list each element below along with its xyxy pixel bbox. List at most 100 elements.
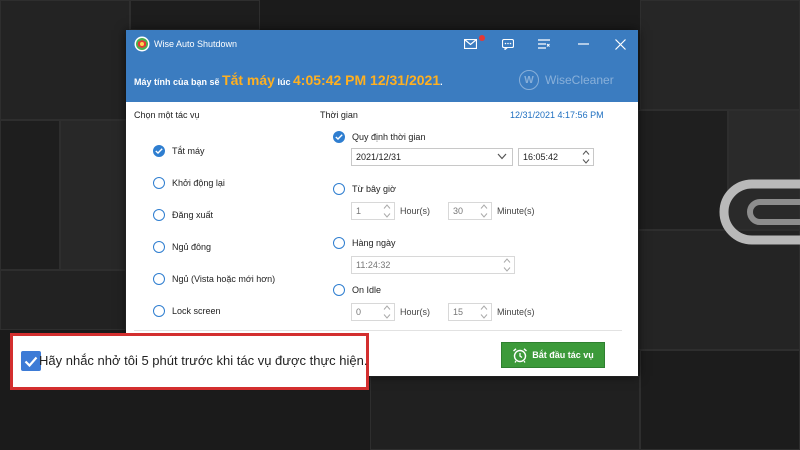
window-title: Wise Auto Shutdown xyxy=(154,39,238,49)
task-option-label: Tắt máy xyxy=(172,146,205,156)
task-option-label: Khởi động lại xyxy=(172,178,225,188)
task-option-label: Lock screen xyxy=(172,306,221,316)
feedback-button[interactable] xyxy=(498,36,518,52)
arrow-down-icon[interactable] xyxy=(503,267,511,272)
chat-icon xyxy=(502,38,514,50)
spinner-arrows[interactable] xyxy=(478,305,490,319)
from-now-hours-spinner[interactable]: 1 xyxy=(351,202,395,220)
date-picker[interactable]: 2021/12/31 xyxy=(351,148,513,166)
minutes-unit-label: Minute(s) xyxy=(497,206,535,216)
brand-name: WiseCleaner xyxy=(545,73,614,87)
radio-icon[interactable] xyxy=(333,183,345,195)
arrow-up-icon[interactable] xyxy=(383,204,391,209)
task-option-restart[interactable]: Khởi động lại xyxy=(153,177,225,189)
time-option-specified[interactable]: Quy định thời gian xyxy=(333,131,425,143)
footer-divider xyxy=(134,330,622,331)
menu-button[interactable] xyxy=(534,36,554,52)
checkmark-icon xyxy=(24,356,38,367)
minutes-unit-label: Minute(s) xyxy=(497,307,535,317)
arrow-down-icon[interactable] xyxy=(582,159,590,164)
from-now-minutes-spinner[interactable]: 30 xyxy=(448,202,492,220)
summary-action: Tắt máy xyxy=(222,72,275,88)
radio-icon[interactable] xyxy=(153,209,165,221)
mail-button[interactable] xyxy=(460,36,480,52)
hours-value: 0 xyxy=(356,307,362,317)
spinner-arrows[interactable] xyxy=(580,150,592,164)
time-option-label: Hàng ngày xyxy=(352,238,396,248)
radio-icon[interactable] xyxy=(333,284,345,296)
arrow-up-icon[interactable] xyxy=(383,305,391,310)
radio-checked-icon[interactable] xyxy=(333,131,345,143)
task-option-label: Đăng xuất xyxy=(172,210,214,220)
time-option-on-idle[interactable]: On Idle xyxy=(333,284,381,296)
hours-unit-label: Hour(s) xyxy=(400,206,431,216)
hours-unit-label: Hour(s) xyxy=(400,307,431,317)
summary-suffix: . xyxy=(440,77,443,87)
spinner-arrows[interactable] xyxy=(501,258,513,272)
time-option-label: Quy định thời gian xyxy=(352,132,426,142)
task-option-sleep[interactable]: Ngủ (Vista hoặc mới hơn) xyxy=(153,273,275,285)
arrow-up-icon[interactable] xyxy=(503,258,511,263)
radio-icon[interactable] xyxy=(153,305,165,317)
summary-time: 4:05:42 PM 12/31/2021 xyxy=(293,72,441,88)
chevron-down-icon xyxy=(497,153,507,160)
task-option-logoff[interactable]: Đăng xuất xyxy=(153,209,213,221)
idle-minutes-spinner[interactable]: 15 xyxy=(448,303,492,321)
radio-icon[interactable] xyxy=(153,177,165,189)
task-option-label: Ngủ (Vista hoặc mới hơn) xyxy=(172,274,276,284)
minimize-icon xyxy=(577,43,589,45)
alarm-clock-icon xyxy=(513,348,528,363)
daily-time-spinner[interactable]: 11:24:32 xyxy=(351,256,515,274)
scheduled-shutdown-summary: Máy tính của bạn sẽ Tắt máy lúc 4:05:42 … xyxy=(134,72,443,88)
task-section-heading: Chọn một tác vụ xyxy=(134,110,200,120)
minimize-button[interactable] xyxy=(573,36,593,52)
arrow-up-icon[interactable] xyxy=(480,305,488,310)
mail-icon xyxy=(463,39,477,49)
minutes-value: 30 xyxy=(453,206,464,216)
arrow-down-icon[interactable] xyxy=(480,314,488,319)
date-value: 2021/12/31 xyxy=(356,152,402,162)
arrow-up-icon[interactable] xyxy=(582,150,590,155)
task-option-shutdown[interactable]: Tắt máy xyxy=(153,145,205,157)
daily-time-value: 11:24:32 xyxy=(356,260,391,270)
idle-hours-spinner[interactable]: 0 xyxy=(351,303,395,321)
spinner-arrows[interactable] xyxy=(381,204,393,218)
summary-connector: lúc xyxy=(277,77,291,87)
minutes-value: 15 xyxy=(453,307,464,317)
title-bar: Wise Auto Shutdown Máy tính của bạn sẽ T… xyxy=(126,30,638,102)
start-task-label: Bắt đầu tác vụ xyxy=(532,350,594,360)
spinner-arrows[interactable] xyxy=(478,204,490,218)
app-window: Wise Auto Shutdown Máy tính của bạn sẽ T… xyxy=(126,30,638,376)
radio-icon[interactable] xyxy=(153,273,165,285)
arrow-down-icon[interactable] xyxy=(383,213,391,218)
radio-checked-icon[interactable] xyxy=(153,145,165,157)
wisecleaner-brand: W WiseCleaner xyxy=(519,70,614,92)
summary-prefix: Máy tính của bạn sẽ xyxy=(134,77,220,87)
time-spinner[interactable]: 16:05:42 xyxy=(518,148,594,166)
start-task-button[interactable]: Bắt đầu tác vụ xyxy=(501,342,605,368)
hours-value: 1 xyxy=(356,206,362,216)
reminder-label: Hãy nhắc nhở tôi 5 phút trước khi tác vụ… xyxy=(39,353,368,368)
reminder-highlight: Hãy nhắc nhở tôi 5 phút trước khi tác vụ… xyxy=(10,333,369,390)
desktop-logo-mark xyxy=(719,179,800,245)
close-button[interactable] xyxy=(610,36,630,52)
current-datetime: 12/31/2021 4:17:56 PM xyxy=(510,110,604,120)
spinner-arrows[interactable] xyxy=(381,305,393,319)
arrow-down-icon[interactable] xyxy=(383,314,391,319)
time-section-heading: Thời gian xyxy=(320,110,358,120)
close-icon xyxy=(614,38,626,50)
time-option-daily[interactable]: Hàng ngày xyxy=(333,237,396,249)
wisecleaner-logo-icon: W xyxy=(519,70,539,90)
time-option-from-now[interactable]: Từ bây giờ xyxy=(333,183,396,195)
arrow-down-icon[interactable] xyxy=(480,213,488,218)
radio-icon[interactable] xyxy=(333,237,345,249)
app-logo-icon xyxy=(134,36,150,52)
arrow-up-icon[interactable] xyxy=(480,204,488,209)
reminder-checkbox[interactable] xyxy=(21,351,41,371)
notification-dot xyxy=(479,35,485,41)
task-option-hibernate[interactable]: Ngủ đông xyxy=(153,241,211,253)
radio-icon[interactable] xyxy=(153,241,165,253)
settings-menu-icon xyxy=(538,39,550,49)
task-option-lock-screen[interactable]: Lock screen xyxy=(153,305,221,317)
task-option-label: Ngủ đông xyxy=(172,242,212,252)
